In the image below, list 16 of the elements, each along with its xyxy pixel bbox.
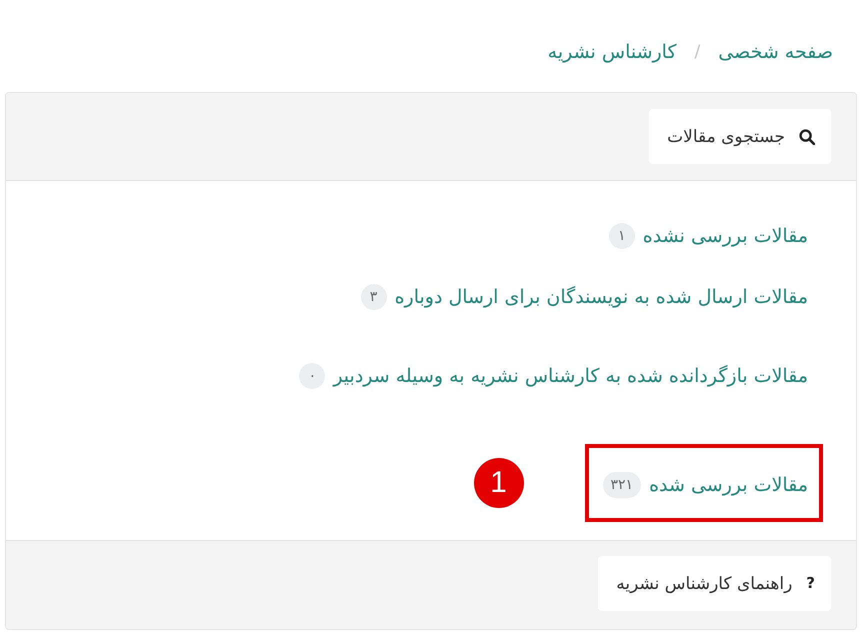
step-marker: 1 <box>474 458 524 508</box>
category-link[interactable]: مقالات بررسی نشده <box>642 221 808 251</box>
search-button[interactable]: جستجوی مقالات <box>649 109 831 164</box>
count-badge: ۱ <box>608 223 635 249</box>
count-badge: ۳۲۱ <box>602 472 642 498</box>
count-badge: ۳ <box>360 284 387 310</box>
help-button[interactable]: ? راهنمای کارشناس نشریه <box>598 556 831 611</box>
question-icon: ? <box>806 576 815 591</box>
category-link[interactable]: مقالات بازگردانده شده به کارشناس نشریه به وسیله سردبیر <box>333 361 808 391</box>
breadcrumb-separator: / <box>694 42 700 62</box>
category-link[interactable]: مقالات بررسی شده <box>649 470 808 500</box>
category-link[interactable]: مقالات ارسال شده به نویسندگان برای ارسال دوباره <box>394 282 808 312</box>
search-icon <box>799 128 815 144</box>
breadcrumb-link[interactable]: صفحه شخصی <box>718 41 833 63</box>
count-badge: ۰ <box>299 363 326 389</box>
breadcrumb-link[interactable]: کارشناس نشریه <box>548 41 677 63</box>
